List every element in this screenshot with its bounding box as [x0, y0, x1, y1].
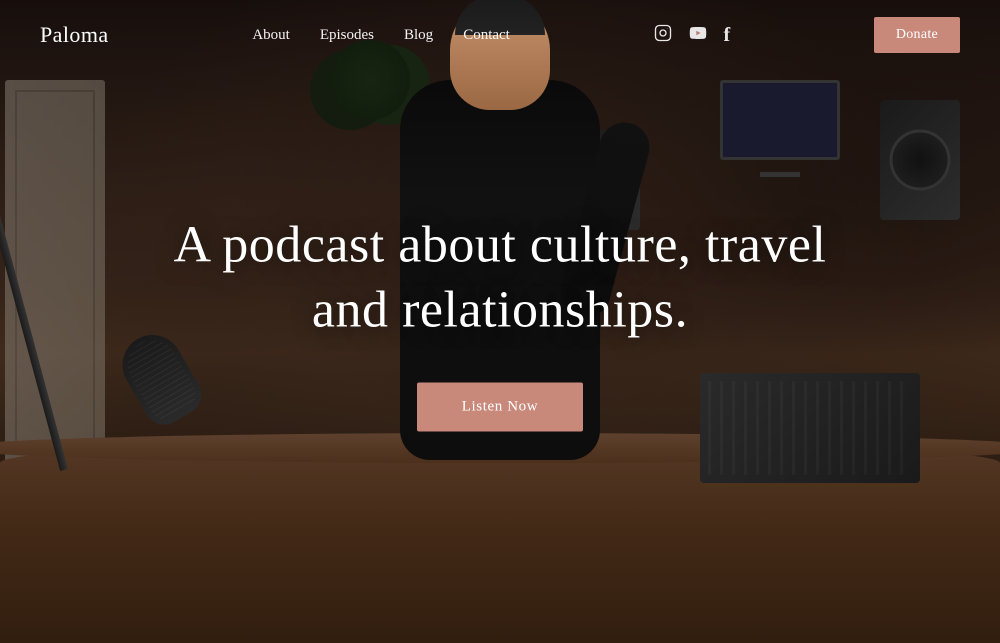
hero-tagline: A podcast about culture, travel and rela…	[150, 212, 850, 342]
facebook-icon[interactable]: f	[724, 24, 731, 47]
site-logo[interactable]: Paloma	[40, 22, 109, 48]
hero-section: Paloma About Episodes Blog Contact f	[0, 0, 1000, 643]
studio-speaker-right	[880, 100, 960, 220]
nav-blog[interactable]: Blog	[404, 27, 433, 44]
nav-links: About Episodes Blog Contact	[252, 27, 510, 44]
donate-button[interactable]: Donate	[874, 17, 960, 53]
listen-now-button[interactable]: Listen Now	[417, 382, 583, 431]
youtube-icon[interactable]	[688, 24, 708, 47]
nav-episodes[interactable]: Episodes	[320, 27, 374, 44]
studio-monitor	[720, 80, 840, 160]
nav-contact[interactable]: Contact	[463, 27, 510, 44]
instagram-icon[interactable]	[654, 24, 672, 47]
navbar: Paloma About Episodes Blog Contact f	[0, 0, 1000, 70]
nav-about[interactable]: About	[252, 27, 290, 44]
hero-content: A podcast about culture, travel and rela…	[150, 212, 850, 431]
nav-social-icons: f	[654, 24, 731, 47]
